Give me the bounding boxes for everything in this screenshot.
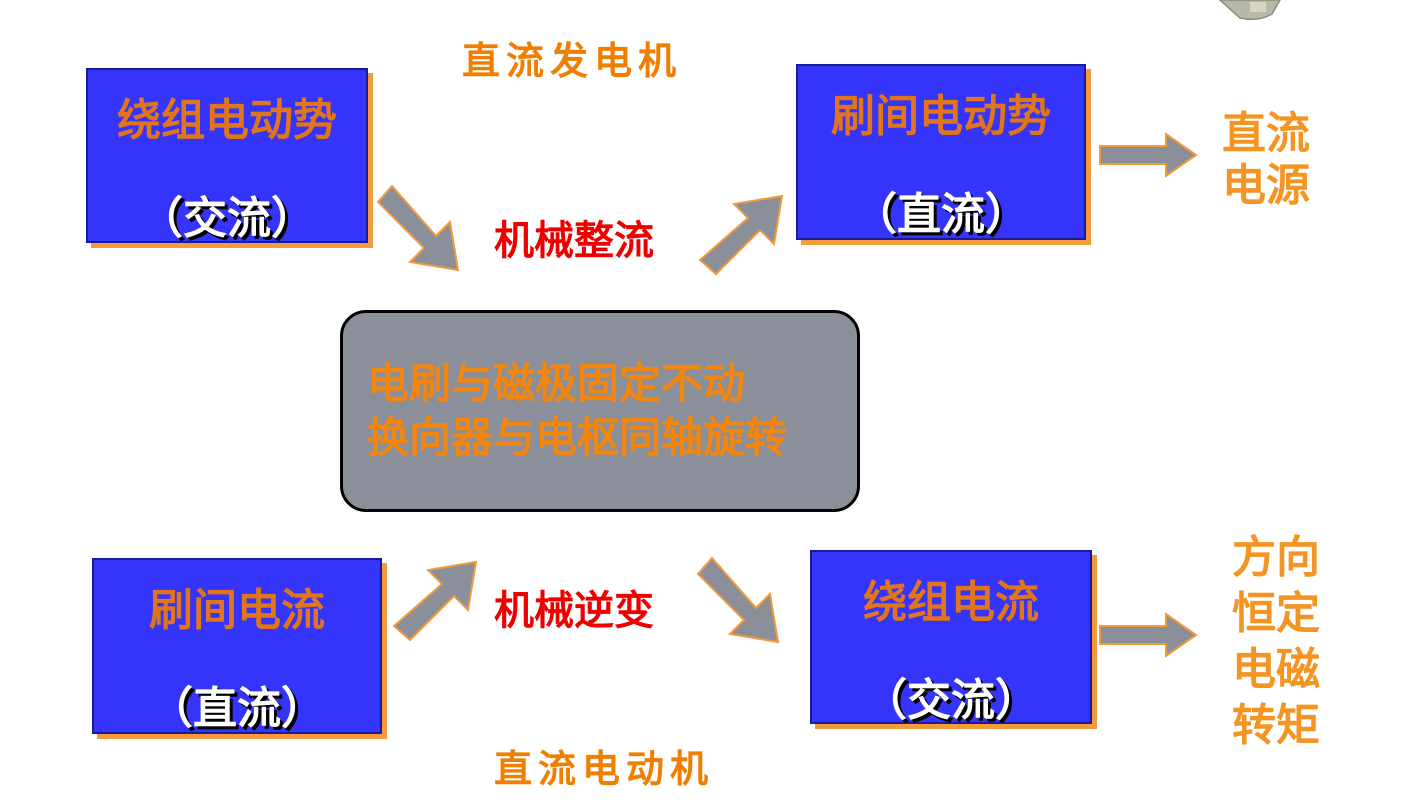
dc-source-line-2: 电源 <box>1222 160 1310 211</box>
motor-title: 直流电动机 <box>494 746 715 791</box>
arrow-up-right-top <box>698 194 784 276</box>
brush-emf-box: 刷间电动势 （直流） <box>796 64 1086 240</box>
winding-current-type: （交流） <box>863 675 1039 726</box>
brush-current-type: （直流） <box>149 683 325 734</box>
center-line-2: 换向器与电枢同轴旋转 <box>367 413 788 462</box>
winding-current-label: 绕组电流 <box>863 577 1039 628</box>
arrow-up-right-bottom <box>392 560 478 642</box>
torque-line-3: 电磁 <box>1232 644 1320 695</box>
torque-label: 方向 恒定 电磁 转矩 <box>1226 530 1326 754</box>
center-line-1: 电刷与磁极固定不动 <box>367 359 746 408</box>
winding-emf-box: 绕组电动势 （交流） <box>86 68 368 244</box>
brush-emf-type: （直流） <box>853 189 1029 240</box>
center-principle-box: 电刷与磁极固定不动 换向器与电枢同轴旋转 <box>340 310 860 512</box>
brush-emf-label: 刷间电动势 <box>831 91 1051 142</box>
brush-current-box: 刷间电流 （直流） <box>92 558 382 734</box>
brush-current-label: 刷间电流 <box>149 585 325 636</box>
dc-source-label: 直流 电源 <box>1216 108 1316 212</box>
torque-line-4: 转矩 <box>1232 700 1320 751</box>
mechanical-invert-label: 机械逆变 <box>494 588 654 634</box>
decorative-machine-icon <box>1218 0 1281 21</box>
arrow-down-right-bottom <box>696 556 780 644</box>
arrow-right-torque <box>1099 612 1198 658</box>
torque-line-2: 恒定 <box>1232 588 1320 639</box>
winding-emf-label: 绕组电动势 <box>117 95 337 146</box>
generator-title: 直流发电机 <box>462 38 683 83</box>
dc-source-line-1: 直流 <box>1222 108 1310 159</box>
arrow-right-dc-source <box>1099 132 1198 178</box>
torque-line-1: 方向 <box>1232 532 1320 583</box>
winding-emf-type: （交流） <box>139 193 315 244</box>
arrow-down-right-top <box>376 184 460 272</box>
winding-current-box: 绕组电流 （交流） <box>810 550 1092 726</box>
mechanical-rectify-label: 机械整流 <box>494 218 654 264</box>
